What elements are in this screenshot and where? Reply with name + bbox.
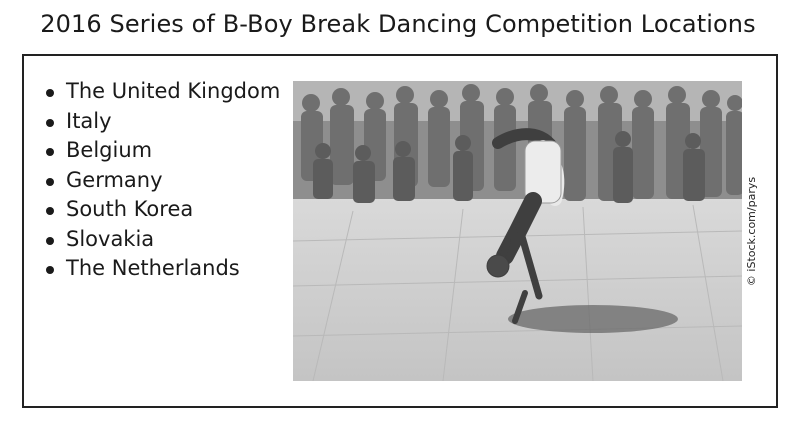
location-list: The United Kingdom Italy Belgium Germany… [42, 77, 280, 284]
list-item: Italy [42, 107, 280, 137]
breakdancer-photo-illustration [293, 81, 742, 381]
list-item: The Netherlands [42, 254, 280, 284]
list-item: The United Kingdom [42, 77, 280, 107]
breakdancer-photo [293, 81, 742, 381]
list-item: Germany [42, 166, 280, 196]
photo-credit: © iStock.com/parys [745, 176, 759, 286]
page-title: 2016 Series of B-Boy Break Dancing Compe… [40, 10, 756, 38]
list-item: Slovakia [42, 225, 280, 255]
list-item: Belgium [42, 136, 280, 166]
list-item: South Korea [42, 195, 280, 225]
